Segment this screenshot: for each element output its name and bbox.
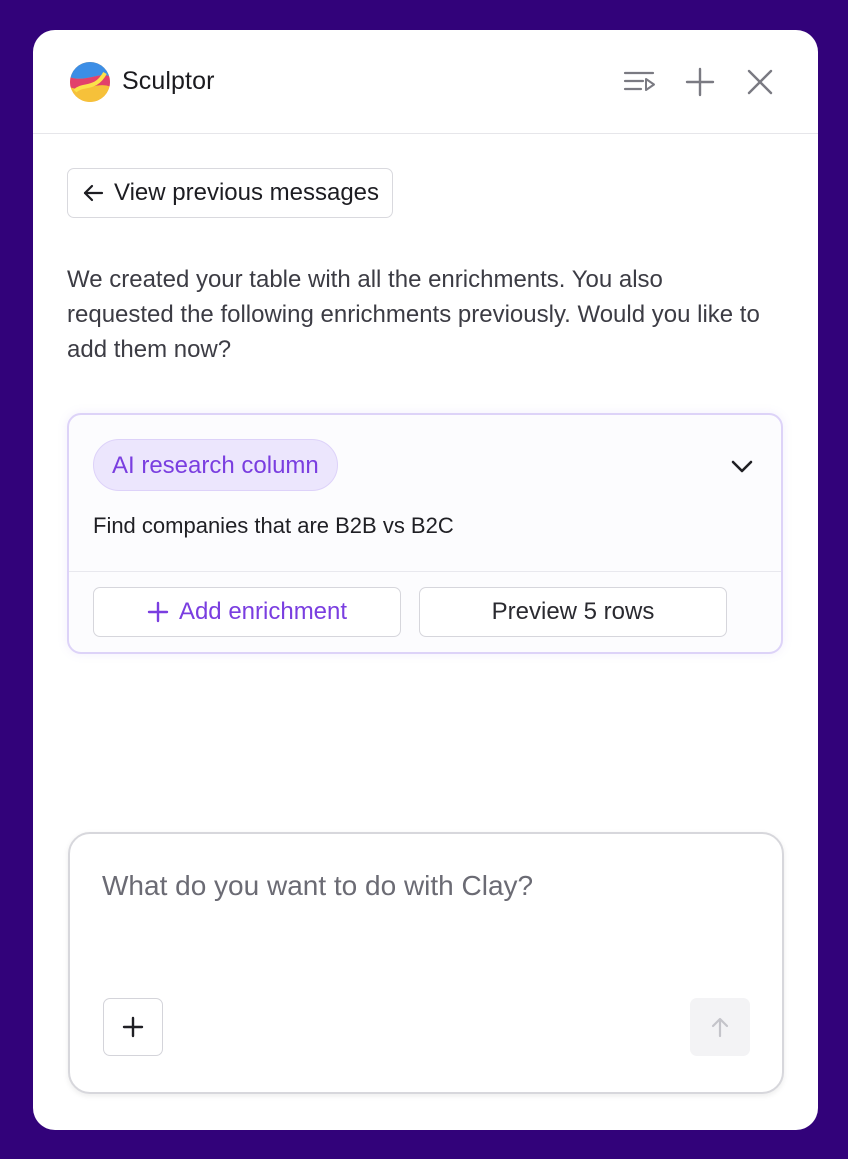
panel-header: Sculptor — [33, 30, 818, 134]
attach-button[interactable] — [103, 998, 163, 1056]
enrichment-type-badge: AI research column — [93, 439, 338, 491]
send-button[interactable] — [690, 998, 750, 1056]
arrow-left-icon — [83, 184, 104, 202]
enrichment-card-header: AI research column Find companies that a… — [69, 415, 781, 572]
plus-icon — [685, 67, 715, 96]
back-button-label: View previous messages — [114, 179, 380, 206]
enrichment-actions: Add enrichment Preview 5 rows — [69, 572, 781, 637]
header-actions — [618, 60, 782, 104]
conversation-content: View previous messages We created your t… — [33, 134, 818, 654]
close-icon — [747, 69, 773, 94]
enrichment-card: AI research column Find companies that a… — [67, 413, 783, 654]
app-title: Sculptor — [122, 67, 215, 95]
preview-rows-button[interactable]: Preview 5 rows — [419, 587, 727, 637]
close-button[interactable] — [738, 60, 782, 104]
plus-icon — [122, 1016, 144, 1038]
add-enrichment-label: Add enrichment — [178, 598, 348, 625]
chevron-down-icon[interactable] — [729, 453, 755, 479]
view-previous-messages-button[interactable]: View previous messages — [67, 168, 394, 218]
sculptor-logo-icon — [70, 61, 110, 102]
composer-input[interactable] — [102, 870, 742, 902]
plus-icon — [147, 601, 169, 623]
enrichment-description: Find companies that are B2B vs B2C — [93, 513, 454, 538]
assistant-message: We created your table with all the enric… — [67, 266, 760, 363]
sculptor-panel: Sculptor View previous messages We creat… — [33, 30, 818, 1130]
preview-rows-label: Preview 5 rows — [491, 598, 655, 625]
arrow-up-icon — [711, 1017, 729, 1038]
add-enrichment-button[interactable]: Add enrichment — [93, 587, 401, 637]
history-button[interactable] — [618, 60, 662, 104]
history-icon — [623, 71, 655, 91]
message-composer — [68, 832, 784, 1094]
new-chat-button[interactable] — [678, 60, 722, 104]
